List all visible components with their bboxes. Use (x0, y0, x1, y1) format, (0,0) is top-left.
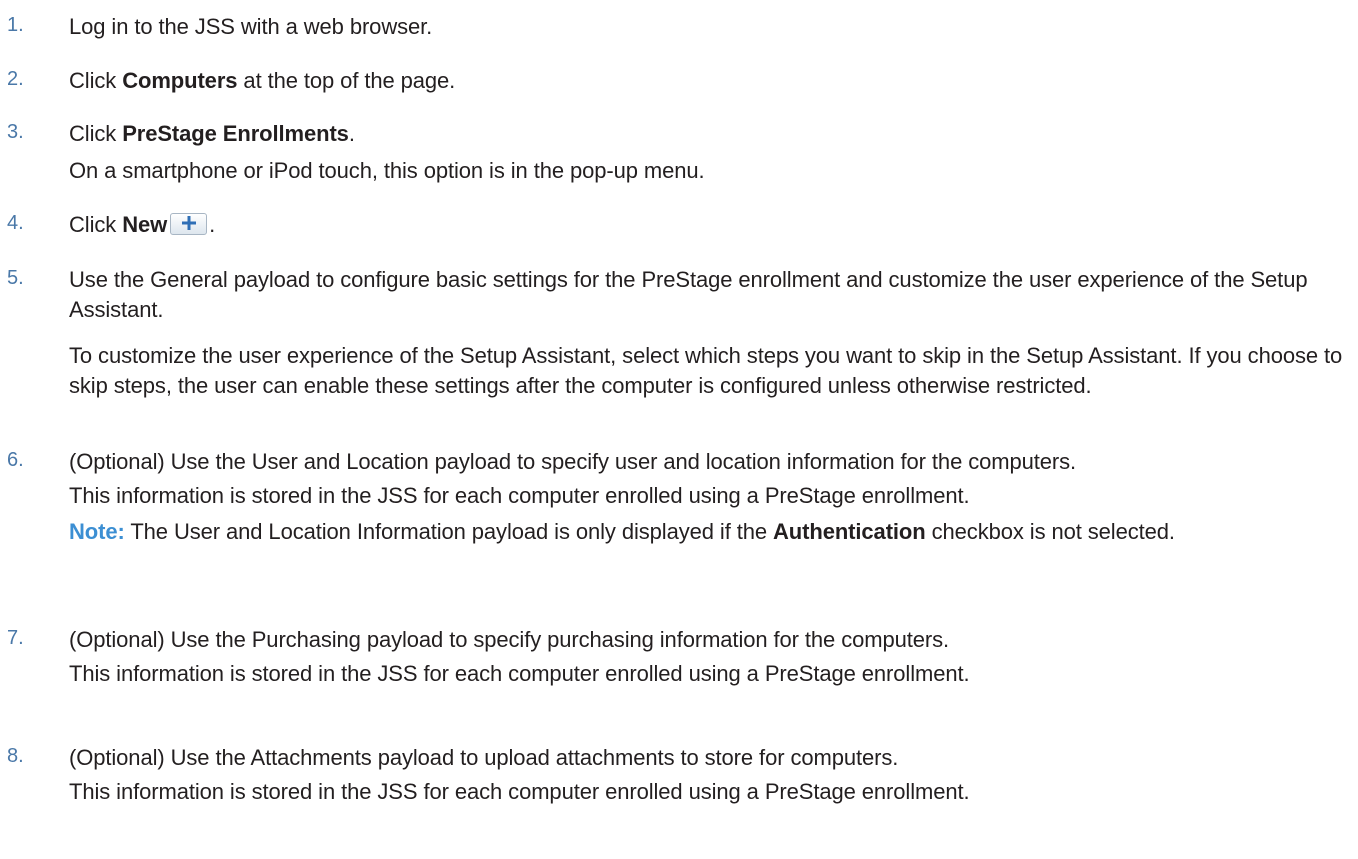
step-number: 8. (7, 745, 24, 767)
step-number: 7. (7, 627, 24, 649)
step-subtext: This information is stored in the JSS fo… (69, 483, 970, 508)
ui-term-prestage-enrollments: PreStage Enrollments (122, 121, 349, 146)
step-subtext: This information is stored in the JSS fo… (69, 779, 970, 804)
step-number: 6. (7, 449, 24, 471)
plus-icon (182, 216, 197, 230)
step-text: Log in to the JSS with a web browser. (69, 14, 433, 39)
step-number: 2. (7, 68, 24, 90)
step-subtext: On a smartphone or iPod touch, this opti… (69, 158, 705, 183)
step-text: Click Computers at the top of the page. (69, 68, 456, 93)
step-number: 1. (7, 14, 24, 36)
step-subtext: To customize the user experience of the … (69, 343, 1343, 398)
step-number: 4. (7, 212, 24, 234)
step-number: 3. (7, 121, 24, 143)
step-text: Click PreStage Enrollments. (69, 121, 355, 146)
ui-term-authentication: Authentication (773, 519, 926, 544)
procedure-steps: 1. Log in to the JSS with a web browser.… (0, 0, 1358, 859)
step-text: (Optional) Use the Attachments payload t… (69, 745, 899, 770)
step-text: (Optional) Use the User and Location pay… (69, 449, 1077, 474)
step-number: 5. (7, 267, 24, 289)
new-button-image (170, 213, 208, 235)
step-subtext: This information is stored in the JSS fo… (69, 661, 970, 686)
note-label: Note: (69, 519, 125, 544)
ui-term-new: New (122, 212, 168, 237)
ui-term-computers: Computers (122, 68, 238, 93)
step-text: Use the General payload to configure bas… (69, 267, 1308, 322)
step-text: Click New. (69, 212, 216, 237)
step-text: (Optional) Use the Purchasing payload to… (69, 627, 950, 652)
note: Note: The User and Location Information … (69, 519, 1175, 544)
